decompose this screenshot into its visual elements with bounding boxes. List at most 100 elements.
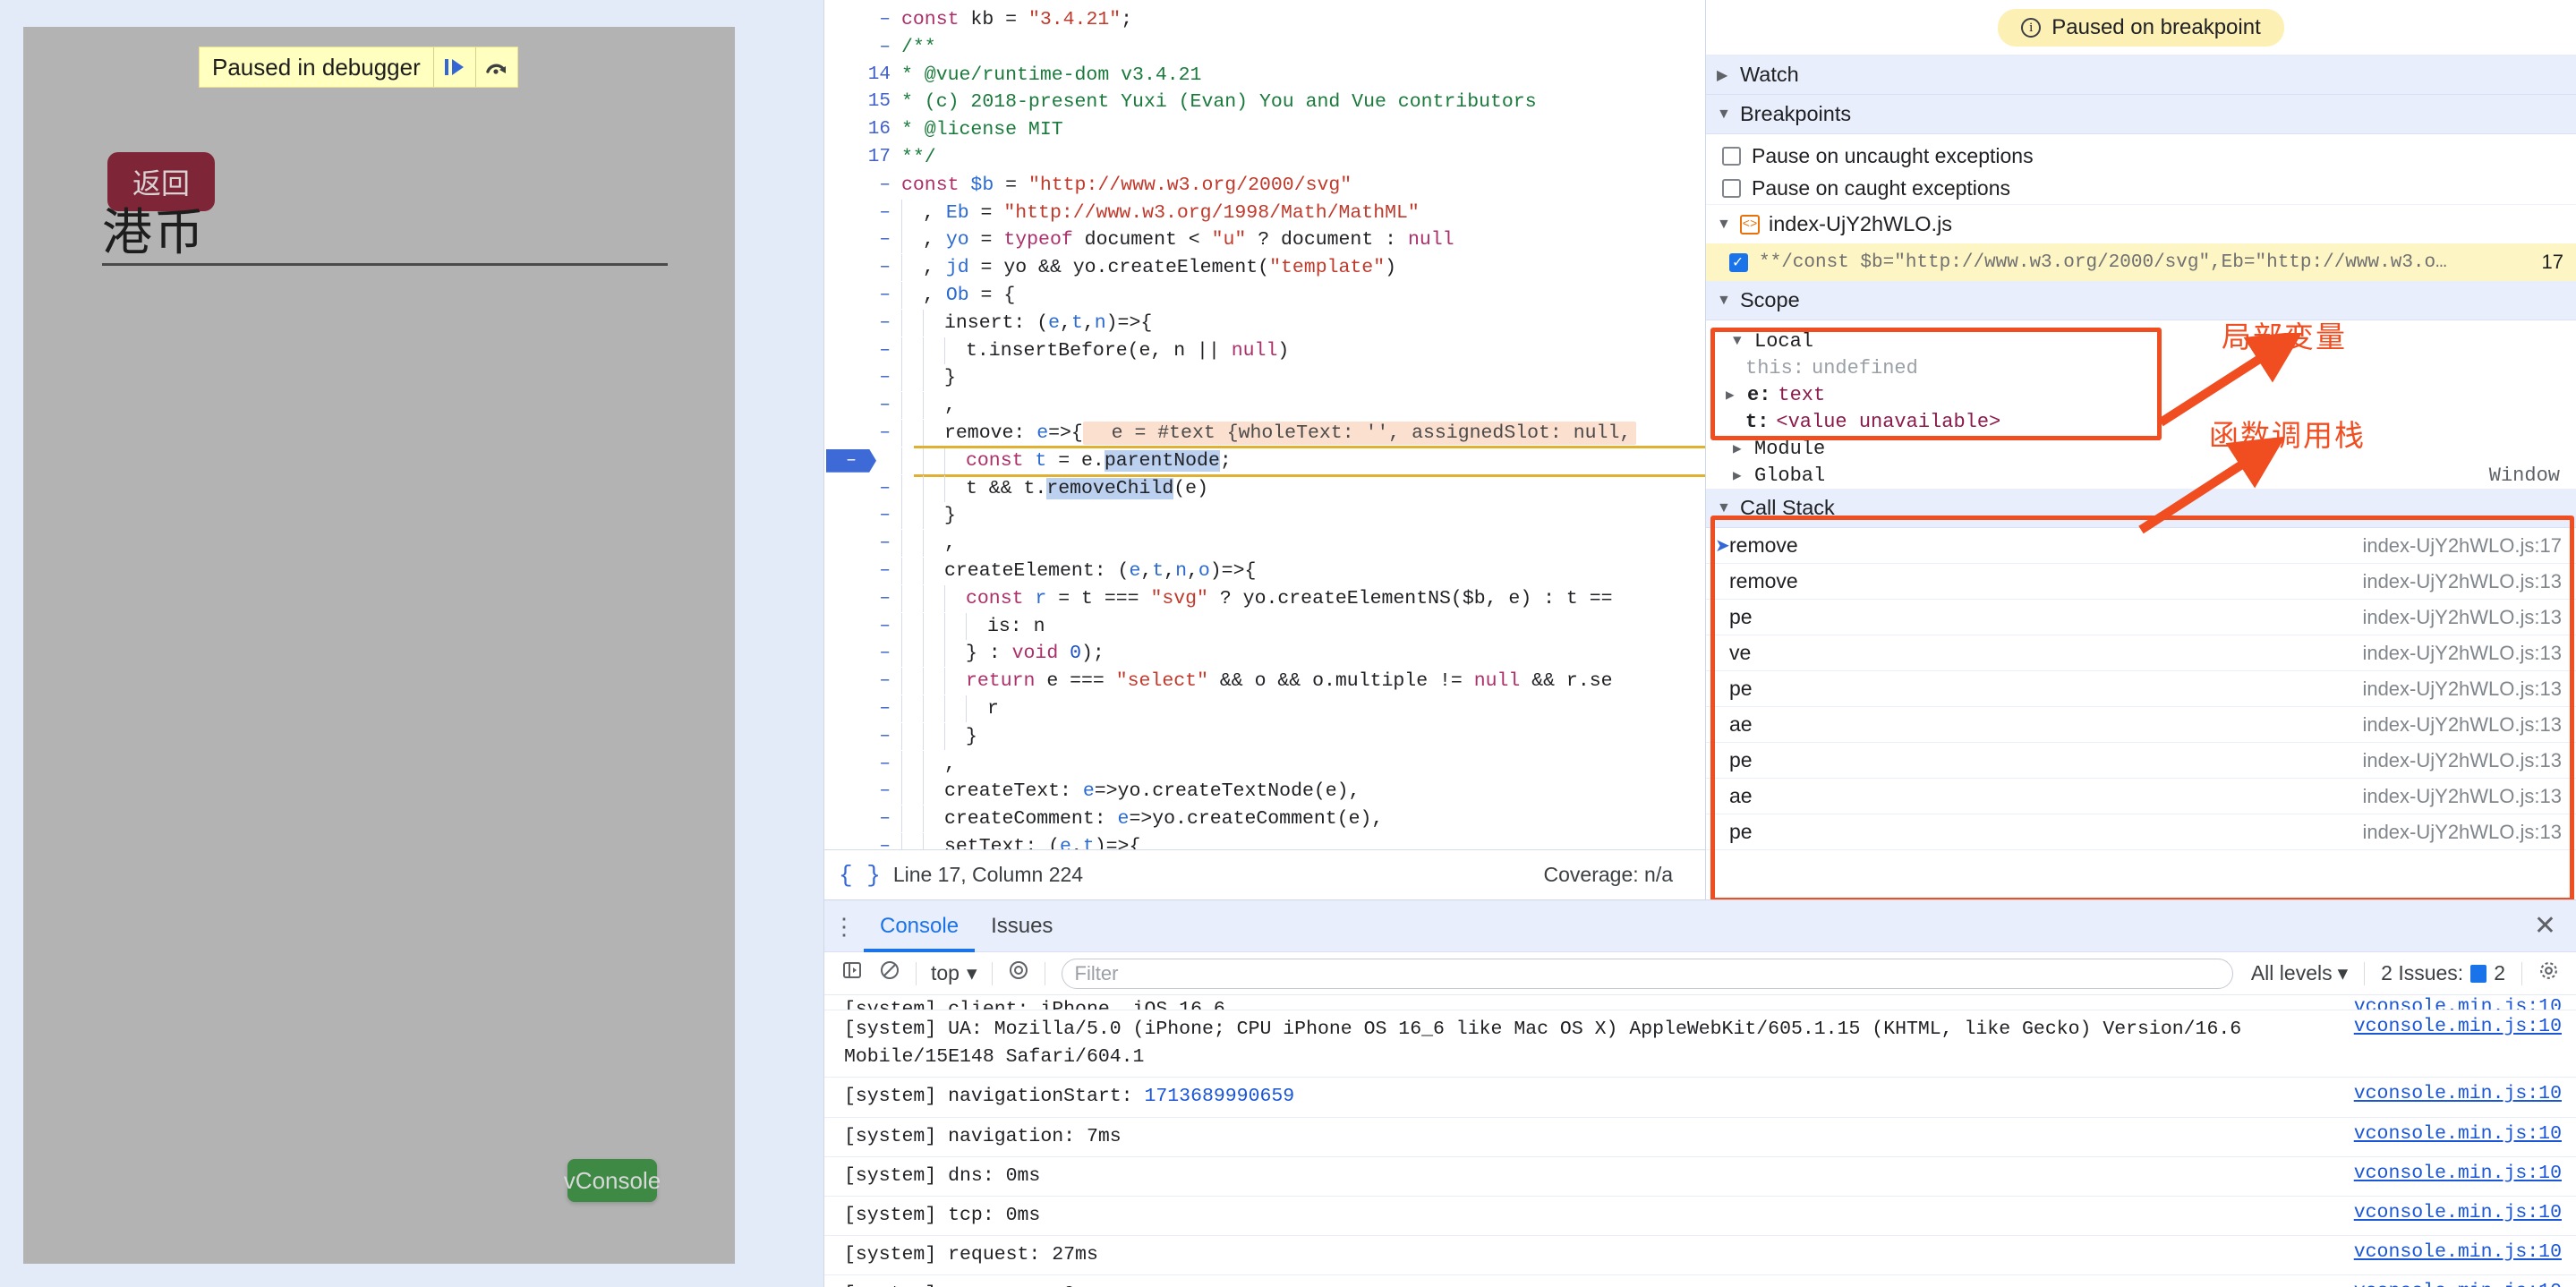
resume-icon[interactable]: [434, 47, 475, 87]
code-line[interactable]: – r: [824, 695, 1705, 723]
clear-console-icon[interactable]: [871, 959, 908, 987]
console-log-row[interactable]: [system] client: iPhone, iOS 16.6 vconsol…: [824, 996, 2576, 1010]
callstack-row[interactable]: ve index-UjY2hWLO.js:13: [1706, 635, 2576, 671]
console-log-row[interactable]: [system] navigation: 7ms vconsole.min.js:…: [824, 1118, 2576, 1157]
line-number[interactable]: –: [824, 778, 901, 805]
line-number[interactable]: –: [824, 475, 901, 503]
line-number[interactable]: 14: [824, 62, 901, 89]
console-log-source-link[interactable]: vconsole.min.js:10: [2336, 1083, 2562, 1104]
code-line[interactable]: – const $b = "http://www.w3.org/2000/svg": [824, 172, 1705, 200]
pretty-print-icon[interactable]: { }: [839, 862, 881, 889]
console-log-source-link[interactable]: vconsole.min.js:10: [2336, 1241, 2562, 1263]
code-line[interactable]: 14 * @vue/runtime-dom v3.4.21: [824, 62, 1705, 89]
code-line[interactable]: – createText: e=>yo.createTextNode(e),: [824, 778, 1705, 805]
code-line[interactable]: – const kb = "3.4.21";: [824, 6, 1705, 34]
code-line[interactable]: 15 * (c) 2018-present Yuxi (Evan) You and…: [824, 89, 1705, 116]
scope-section-header[interactable]: ▼ Scope: [1706, 281, 2576, 320]
breakpoint-enabled-checkbox[interactable]: [1729, 252, 1748, 272]
console-log-source-link[interactable]: vconsole.min.js:10: [2336, 1016, 2562, 1037]
line-number[interactable]: –: [824, 420, 901, 447]
console-log-row[interactable]: [system] UA: Mozilla/5.0 (iPhone; CPU iP…: [824, 1010, 2576, 1078]
gear-icon[interactable]: [2529, 959, 2567, 988]
code-line[interactable]: –,: [824, 392, 1705, 420]
step-over-icon[interactable]: [476, 47, 517, 87]
line-number[interactable]: –: [824, 34, 901, 62]
line-number[interactable]: –: [824, 668, 901, 695]
code-line[interactable]: 16 * @license MIT: [824, 116, 1705, 144]
live-expression-icon[interactable]: [1000, 959, 1037, 987]
callstack-row[interactable]: pe index-UjY2hWLO.js:13: [1706, 814, 2576, 850]
code-line[interactable]: –, jd = yo && yo.createElement("template…: [824, 254, 1705, 282]
line-number[interactable]: –: [824, 172, 901, 200]
line-number[interactable]: –: [824, 200, 901, 227]
line-number[interactable]: –: [824, 392, 901, 420]
code-line[interactable]: – const r = t === "svg" ? yo.createElemen…: [824, 584, 1705, 613]
line-number[interactable]: 17: [824, 144, 901, 172]
line-number[interactable]: –: [824, 226, 901, 254]
code-line[interactable]: –, yo = typeof document < "u" ? document…: [824, 226, 1705, 254]
scope-variable-row[interactable]: t: <value unavailable>: [1706, 408, 2576, 435]
code-line[interactable]: –, Ob = {: [824, 281, 1705, 310]
filter-input[interactable]: Filter: [1061, 958, 2233, 989]
code-line[interactable]: –,: [824, 750, 1705, 779]
line-number[interactable]: –: [824, 723, 901, 751]
callstack-row[interactable]: ae index-UjY2hWLO.js:13: [1706, 779, 2576, 814]
line-number[interactable]: –: [824, 310, 901, 337]
pause-caught-row[interactable]: Pause on caught exceptions: [1706, 172, 2576, 204]
console-log-row[interactable]: [system] tcp: 0ms vconsole.min.js:10: [824, 1197, 2576, 1237]
line-number[interactable]: –: [824, 805, 901, 833]
line-number[interactable]: 16: [824, 116, 901, 144]
console-log-source-link[interactable]: vconsole.min.js:10: [2336, 1163, 2562, 1184]
more-options-icon[interactable]: ⋮: [824, 915, 864, 938]
console-log-row[interactable]: [system] response: 0msvconsole.min.js:10: [824, 1275, 2576, 1287]
console-log-source-link[interactable]: vconsole.min.js:10: [2336, 1202, 2562, 1223]
code-line[interactable]: – is: n: [824, 612, 1705, 641]
vconsole-button[interactable]: vConsole: [564, 1159, 661, 1202]
watch-section-header[interactable]: ▶ Watch: [1706, 55, 2576, 95]
code-line[interactable]: – return e === "select" && o && o.multipl…: [824, 668, 1705, 695]
line-number[interactable]: –: [824, 282, 901, 310]
callstack-row[interactable]: ae index-UjY2hWLO.js:13: [1706, 707, 2576, 743]
pause-uncaught-row[interactable]: Pause on uncaught exceptions: [1706, 140, 2576, 172]
log-level-selector[interactable]: All levels ▾: [2242, 961, 2357, 985]
console-log-source-link[interactable]: vconsole.min.js:10: [2336, 996, 2562, 1010]
console-log-row[interactable]: [system] navigationStart: 1713689990659 v…: [824, 1078, 2576, 1118]
code-line[interactable]: –}: [824, 722, 1705, 751]
code-lines-container[interactable]: – const kb = "3.4.21"; –/** 14 * @vue/runtim…: [824, 6, 1705, 849]
code-line[interactable]: 17 **/: [824, 144, 1705, 172]
pause-uncaught-checkbox[interactable]: [1722, 146, 1741, 166]
code-line-current[interactable]: –const t = e.parentNode;–: [824, 445, 1705, 477]
scope-variable-row[interactable]: this: undefined: [1706, 354, 2576, 381]
code-line[interactable]: –/**: [824, 34, 1705, 62]
line-number[interactable]: –: [824, 364, 901, 392]
line-number[interactable]: –: [824, 751, 901, 779]
line-number[interactable]: –: [824, 833, 901, 849]
callstack-row[interactable]: remove index-UjY2hWLO.js:13: [1706, 564, 2576, 600]
code-line[interactable]: – createComment: e=>yo.createComment(e),: [824, 805, 1705, 833]
scope-variable-row[interactable]: ▶ e: text: [1706, 381, 2576, 408]
code-line[interactable]: – t.insertBefore(e, n || null): [824, 337, 1705, 365]
tab-console[interactable]: Console: [864, 900, 975, 952]
breakpoint-row[interactable]: **/const $b="http://www.w3.org/2000/svg"…: [1706, 243, 2576, 281]
code-line[interactable]: –, Eb = "http://www.w3.org/1998/Math/Mat…: [824, 199, 1705, 227]
line-number[interactable]: –: [824, 585, 901, 613]
code-line[interactable]: –}: [824, 502, 1705, 530]
code-line[interactable]: – insert: (e,t,n)=>{: [824, 309, 1705, 337]
close-icon[interactable]: ✕: [2534, 910, 2556, 942]
code-line[interactable]: – setText: (e,t)=>{: [824, 832, 1705, 849]
line-number[interactable]: –: [824, 695, 901, 723]
line-number[interactable]: –: [824, 337, 901, 365]
tab-issues[interactable]: Issues: [975, 900, 1069, 952]
console-sidebar-icon[interactable]: [833, 959, 871, 987]
breakpoint-file-row[interactable]: ▼ <> index-UjY2hWLO.js: [1706, 204, 2576, 243]
breakpoints-section-header[interactable]: ▼ Breakpoints: [1706, 95, 2576, 134]
console-log-source-link[interactable]: vconsole.min.js:10: [2336, 1281, 2562, 1287]
console-log-source-link[interactable]: vconsole.min.js:10: [2336, 1123, 2562, 1145]
device-screen[interactable]: 返回 港币 vConsole: [23, 27, 735, 1264]
line-number[interactable]: –: [824, 6, 901, 34]
line-number[interactable]: –: [824, 502, 901, 530]
code-line[interactable]: –,: [824, 530, 1705, 558]
code-line[interactable]: –} : void 0);: [824, 640, 1705, 668]
line-number[interactable]: –: [824, 558, 901, 585]
callstack-row[interactable]: pe index-UjY2hWLO.js:13: [1706, 743, 2576, 779]
